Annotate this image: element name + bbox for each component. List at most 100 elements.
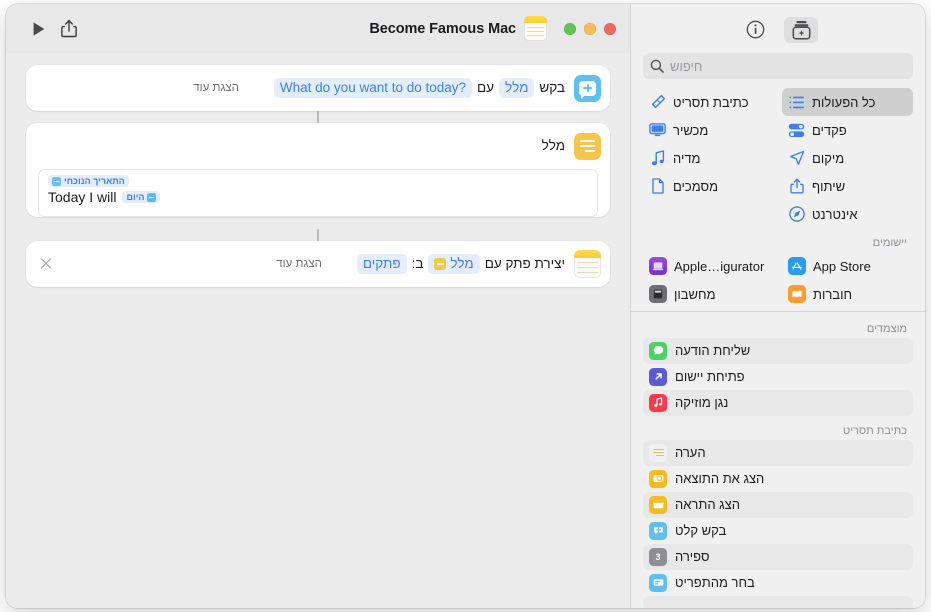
list-item-label: ספירה	[675, 549, 710, 565]
action-connector	[316, 111, 320, 123]
list-item-label: פתיחת יישום	[675, 369, 745, 385]
parameter-pill-type[interactable]: מלל	[499, 77, 535, 99]
notes-icon	[574, 250, 601, 278]
apps-section-header: יישומים	[872, 237, 907, 249]
sidebar-item-controls[interactable]: פקדים	[782, 116, 913, 144]
appstore-icon	[788, 257, 806, 275]
sidebar-item-app-store[interactable]: App Store	[782, 252, 913, 280]
sidebar-item-calculator[interactable]: מחשבון	[643, 280, 774, 308]
show-more-link[interactable]: הצגת עוד	[276, 258, 322, 270]
search-field[interactable]: חיפוש	[643, 53, 913, 79]
open-app-icon	[649, 367, 667, 386]
action-row: מלל	[26, 123, 610, 169]
list-item-show-alert[interactable]: הצג התראה	[643, 491, 913, 518]
list-item-label: נגן מוזיקה	[675, 395, 729, 411]
close-button[interactable]	[604, 22, 616, 35]
token-label: מלל	[450, 255, 474, 271]
scripting-section-header: כתיבת תסריט	[843, 424, 907, 437]
page-title: Become Famous Mac	[369, 20, 516, 37]
sidebar-item-internet[interactable]: אינטרנט	[782, 200, 913, 228]
list-item-send-message[interactable]: שליחת הודעה	[643, 337, 913, 364]
comment-icon	[649, 443, 667, 462]
text-input-field[interactable]: התאריך הנוכחי Today I will היום	[38, 169, 598, 217]
configurator-icon	[649, 257, 667, 275]
sidebar-item-label: שיתוף	[812, 178, 846, 194]
sidebar-item-scripting[interactable]: כתיבת תסריט	[643, 88, 774, 116]
list-item-count[interactable]: 3 ספירה	[643, 543, 913, 570]
list-item-ask-for-input[interactable]: בקש קלט	[643, 518, 913, 544]
parameter-pill-prompt[interactable]: What do you want to do today?	[273, 77, 473, 99]
sidebar-item-label: מדיה	[673, 150, 701, 166]
sidebar-item-label: אינטרנט	[812, 206, 858, 222]
sidebar-item-apple-configurator[interactable]: Apple…igurator	[643, 252, 774, 280]
variable-token-current-date[interactable]: התאריך הנוכחי	[48, 175, 129, 187]
sidebar-item-label: Apple…igurator	[674, 258, 765, 274]
list-item-show-result[interactable]: הצג את התוצאה	[643, 466, 913, 492]
search-container: חיפוש	[631, 53, 925, 88]
sidebar-item-location[interactable]: מיקום	[782, 144, 913, 172]
sidebar-item-sharing[interactable]: שיתוף	[782, 172, 913, 200]
action-card-ask-for-input[interactable]: בקש מלל עם What do you want to do today?…	[26, 65, 610, 111]
list-item-play-music[interactable]: נגן מוזיקה	[643, 389, 913, 416]
messages-icon	[649, 341, 667, 360]
add-action-icon	[792, 20, 810, 39]
show-more-link[interactable]: הצגת עוד	[193, 82, 239, 94]
action-card-create-note[interactable]: יצירת פתק עם מלל ב: פתקים הצגת עוד	[26, 241, 610, 287]
list-item-partial[interactable]	[643, 595, 913, 608]
sidebar-item-documents[interactable]: מסמכים	[643, 172, 774, 200]
action-connector	[316, 229, 320, 241]
minimize-button[interactable]	[584, 22, 596, 35]
action-library-button[interactable]	[784, 16, 818, 43]
action-word: ב:	[411, 255, 424, 271]
window-controls[interactable]	[564, 22, 616, 35]
documents-icon	[649, 178, 666, 195]
maximize-button[interactable]	[564, 22, 576, 35]
text-body-line: Today I will היום	[48, 189, 161, 205]
action-row: בקש מלל עם What do you want to do today?…	[26, 65, 610, 111]
sidebar-item-label: כל הפעולות	[812, 94, 876, 110]
action-description: מלל	[542, 138, 565, 154]
sidebar-item-label: כתיבת תסריט	[673, 94, 749, 110]
ask-input-icon	[574, 74, 601, 102]
list-item-open-app[interactable]: פתיחת יישום	[643, 364, 913, 390]
device-icon	[649, 122, 666, 139]
list-icon	[788, 94, 805, 111]
sidebar-item-label: מחשבון	[674, 286, 716, 302]
sidebar-item-all-actions[interactable]: כל הפעולות	[782, 88, 913, 116]
sidebar-item-media[interactable]: מדיה	[643, 144, 774, 172]
parameter-token-text[interactable]: מלל	[428, 253, 480, 275]
run-button[interactable]	[24, 16, 54, 42]
sidebar-item-device[interactable]: מכשיר	[643, 116, 774, 144]
token-label: התאריך הנוכחי	[64, 176, 125, 186]
apps-clip: App Store Apple…igurator חוברות מחשבון	[631, 252, 925, 310]
list-item-label: בקש קלט	[675, 523, 727, 539]
list-item-choose-from-menu[interactable]: בחר מהתפריט	[643, 570, 913, 596]
share-button[interactable]	[54, 16, 84, 42]
info-icon	[746, 20, 764, 39]
sidebar-item-books[interactable]: חוברות	[782, 280, 913, 308]
sidebar: חיפוש כל הפעולות כתיבת תסריט פקדים מכשיר…	[630, 4, 925, 608]
action-word: יצירת פתק עם	[484, 255, 565, 271]
controls-icon	[788, 122, 805, 139]
token-label: היום	[126, 192, 145, 202]
list-item-label: הערה	[675, 445, 706, 461]
show-result-icon	[649, 469, 667, 488]
action-description: בקש מלל עם What do you want to do today?	[273, 77, 565, 99]
search-icon	[650, 59, 664, 73]
action-word: עם	[477, 79, 495, 95]
variable-token-today[interactable]: היום	[122, 191, 161, 203]
action-word: בקש	[539, 79, 565, 95]
list-item-label: בחר מהתפריט	[675, 575, 755, 591]
media-icon	[649, 150, 666, 167]
list-item-comment[interactable]: הערה	[643, 439, 913, 466]
scripting-list: הערה הצג את התוצאה הצג התראה בקש קלט 3 ס…	[631, 439, 925, 608]
sidebar-item-label: מכשיר	[673, 122, 709, 138]
apps-grid: App Store Apple…igurator חוברות מחשבון	[631, 252, 925, 308]
parameter-pill-folder[interactable]: פתקים	[356, 253, 407, 275]
action-row: יצירת פתק עם מלל ב: פתקים הצגת עוד	[26, 241, 610, 287]
close-icon[interactable]	[38, 256, 54, 272]
action-card-text[interactable]: מלל התאריך הנוכחי Today I will היום	[26, 123, 610, 217]
choose-menu-icon	[649, 573, 667, 592]
info-button[interactable]	[738, 17, 772, 43]
calendar-icon	[52, 176, 61, 186]
